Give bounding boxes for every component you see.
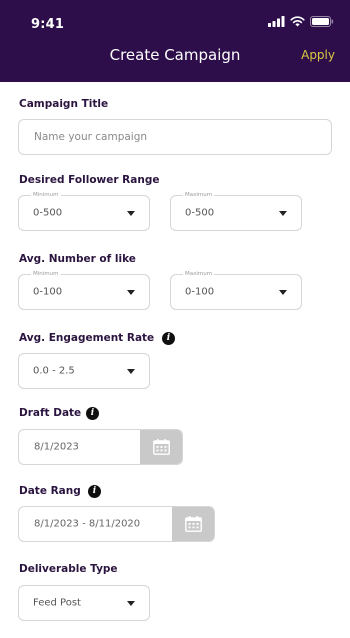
likes-min-select[interactable]: Minimum 0-100 — [18, 270, 150, 310]
page-title: Create Campaign — [109, 46, 241, 64]
date-range-field[interactable]: 8/1/2023 - 8/11/2020 — [18, 506, 215, 542]
info-icon[interactable]: i — [88, 485, 101, 498]
calendar-icon — [184, 516, 202, 532]
battery-icon — [310, 16, 334, 27]
status-icons — [268, 16, 334, 27]
likes-min-legend: Minimum — [31, 270, 61, 278]
engagement-rate-value: 0.0 - 2.5 — [33, 365, 75, 377]
chevron-down-icon — [127, 211, 135, 216]
deliverable-type-select[interactable]: Feed Post — [18, 585, 150, 621]
date-range-label: Date Rang — [19, 485, 81, 497]
info-icon[interactable]: i — [162, 332, 175, 345]
follower-range-label: Desired Follower Range — [19, 174, 160, 186]
follower-max-select[interactable]: Maximum 0-500 — [170, 191, 302, 231]
date-range-calendar-button[interactable] — [172, 507, 214, 541]
deliverable-type-label: Deliverable Type — [19, 563, 118, 575]
app-header: 9:41 Create Campaign Apply — [0, 0, 350, 82]
draft-date-field[interactable]: 8/1/2023 — [18, 429, 183, 465]
apply-button[interactable]: Apply — [301, 48, 335, 62]
info-icon[interactable]: i — [86, 407, 99, 420]
status-time: 9:41 — [31, 17, 65, 32]
follower-max-legend: Maximum — [183, 191, 215, 199]
avg-likes-label: Avg. Number of like — [19, 253, 136, 265]
follower-min-select[interactable]: Minimum 0-500 — [18, 191, 150, 231]
chevron-down-icon — [127, 601, 135, 606]
chevron-down-icon — [127, 290, 135, 295]
likes-max-legend: Maximum — [183, 270, 215, 278]
likes-min-value: 0-100 — [33, 286, 63, 298]
likes-max-value: 0-100 — [185, 286, 215, 298]
draft-date-value: 8/1/2023 — [34, 441, 79, 453]
chevron-down-icon — [127, 369, 135, 374]
likes-max-select[interactable]: Maximum 0-100 — [170, 270, 302, 310]
draft-date-label: Draft Date — [19, 407, 82, 419]
follower-min-value: 0-500 — [33, 207, 63, 219]
campaign-title-input[interactable]: Name your campaign — [18, 119, 332, 155]
wifi-icon — [290, 16, 305, 27]
chevron-down-icon — [279, 290, 287, 295]
engagement-rate-label: Avg. Engagement Rate — [19, 332, 155, 344]
calendar-icon — [152, 439, 170, 455]
follower-max-value: 0-500 — [185, 207, 215, 219]
draft-date-calendar-button[interactable] — [140, 430, 182, 464]
follower-min-legend: Minimum — [31, 191, 61, 199]
engagement-rate-select[interactable]: 0.0 - 2.5 — [18, 353, 150, 389]
deliverable-type-value: Feed Post — [33, 597, 81, 609]
signal-icon — [268, 16, 285, 27]
date-range-value: 8/1/2023 - 8/11/2020 — [34, 518, 141, 530]
campaign-title-placeholder: Name your campaign — [34, 131, 148, 143]
campaign-title-label: Campaign Title — [19, 98, 109, 110]
chevron-down-icon — [279, 211, 287, 216]
